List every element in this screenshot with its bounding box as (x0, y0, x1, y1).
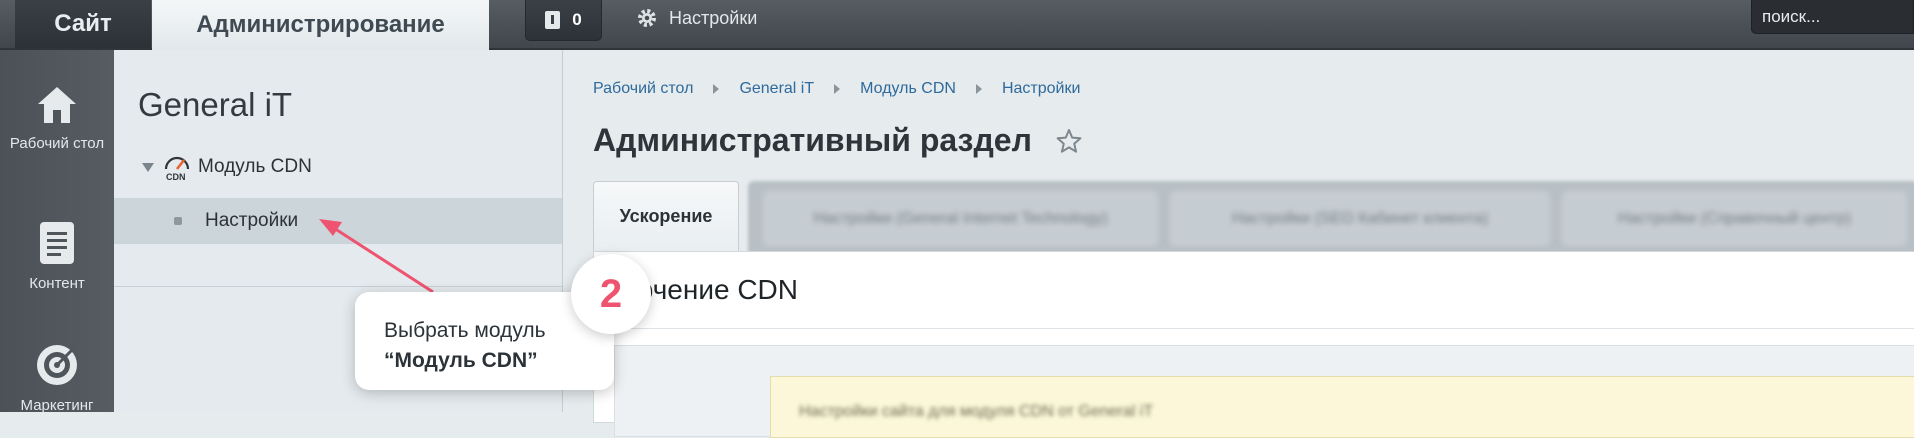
rail-item-desktop[interactable]: Рабочий стол (0, 84, 114, 153)
gear-icon (638, 9, 656, 27)
search-input[interactable]: поиск... (1751, 0, 1914, 34)
cdn-module-icon: CDN (164, 156, 190, 182)
tree-item-label: Модуль CDN (198, 156, 312, 177)
callout-text: Выбрать модуль “Модуль CDN” (384, 316, 546, 376)
breadcrumb-link[interactable]: Настройки (1002, 80, 1080, 98)
tab-blurred[interactable]: Настройки (SEO Кабинет клиента) (1170, 191, 1550, 246)
settings-link[interactable]: Настройки (637, 0, 757, 36)
step-number-badge: 2 (571, 254, 651, 334)
collapse-arrow-icon[interactable] (142, 162, 154, 172)
info-note: Настройки сайта для модуля CDN от Genera… (770, 376, 1914, 438)
left-menu-rail: Рабочий стол Контент Маркетинг (0, 50, 114, 415)
inner-panel: Настройки сайта для модуля CDN от Genera… (614, 345, 1914, 438)
rail-item-marketing[interactable]: Маркетинг (0, 342, 114, 415)
page-title: Административный раздел (593, 122, 1082, 159)
admin-tab[interactable]: Администрирование (152, 0, 489, 50)
svg-text:CDN: CDN (166, 172, 186, 182)
tree-item-settings[interactable]: Настройки (114, 198, 562, 244)
tree-divider (114, 286, 562, 287)
page-title-text: Административный раздел (593, 122, 1032, 158)
notifications-button[interactable]: 0 (525, 0, 602, 41)
settings-label: Настройки (669, 7, 758, 28)
breadcrumb-separator-icon (713, 84, 720, 94)
rail-item-label: Маркетинг (20, 397, 94, 414)
breadcrumb-link[interactable]: Рабочий стол (593, 80, 693, 98)
tab-blurred[interactable]: Настройки (General Internet Technology) (763, 191, 1158, 246)
main-content: Рабочий стол General iT Модуль CDN Настр… (563, 50, 1914, 438)
tab-blurred[interactable]: Настройки (Справочный центр) (1562, 191, 1907, 246)
search-value: поиск... (1762, 6, 1821, 26)
settings-content-card: лючение CDN Настройки сайта для модуля C… (593, 251, 1914, 438)
home-icon (38, 87, 76, 123)
rail-item-label: Рабочий стол (9, 135, 105, 152)
tree-item-label: Настройки (205, 210, 299, 231)
star-icon[interactable] (1056, 128, 1082, 154)
callout-line-2: “Модуль CDN” (384, 349, 538, 372)
breadcrumb-separator-icon (834, 84, 841, 94)
tree-title: General iT (138, 86, 293, 123)
bullet-icon (174, 217, 182, 225)
heading-divider (594, 328, 1914, 329)
target-icon (37, 345, 77, 385)
breadcrumb-link[interactable]: General iT (739, 80, 814, 98)
top-bar: Сайт Администрирование 0 Настройки поиск… (0, 0, 1914, 50)
site-tab[interactable]: Сайт (15, 0, 151, 48)
rail-item-label: Контент (29, 275, 85, 292)
rail-item-content[interactable]: Контент (0, 220, 114, 293)
notifications-count: 0 (572, 10, 582, 29)
breadcrumb-link[interactable]: Модуль CDN (860, 80, 956, 98)
tab-acceleration[interactable]: Ускорение (593, 181, 739, 251)
notification-icon (545, 11, 561, 29)
document-icon (40, 222, 74, 264)
callout-line-1: Выбрать модуль (384, 319, 546, 342)
breadcrumb: Рабочий стол General iT Модуль CDN Настр… (593, 80, 1080, 98)
info-note-text: Настройки сайта для модуля CDN от Genera… (799, 403, 1154, 420)
tree-item-cdn-module[interactable]: CDN Модуль CDN (114, 144, 562, 190)
breadcrumb-separator-icon (975, 84, 982, 94)
